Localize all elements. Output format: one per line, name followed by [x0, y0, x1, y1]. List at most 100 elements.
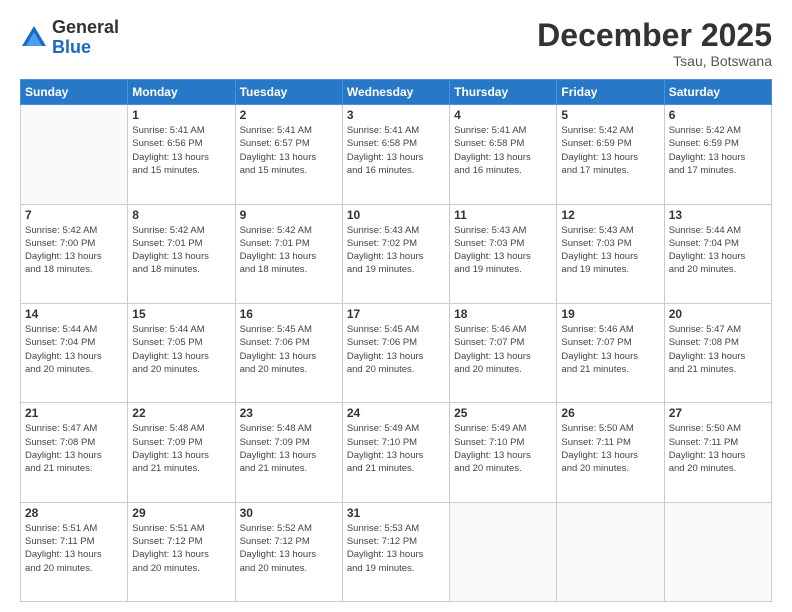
- day-info: Sunrise: 5:51 AM Sunset: 7:11 PM Dayligh…: [25, 522, 123, 575]
- day-number: 30: [240, 506, 338, 520]
- calendar-cell: 1 Sunrise: 5:41 AM Sunset: 6:56 PM Daylig…: [128, 105, 235, 204]
- day-number: 3: [347, 108, 445, 122]
- day-info: Sunrise: 5:44 AM Sunset: 7:04 PM Dayligh…: [25, 323, 123, 376]
- day-info: Sunrise: 5:53 AM Sunset: 7:12 PM Dayligh…: [347, 522, 445, 575]
- calendar-cell: 27 Sunrise: 5:50 AM Sunset: 7:11 PM Dayli…: [664, 403, 771, 502]
- day-number: 16: [240, 307, 338, 321]
- day-info: Sunrise: 5:44 AM Sunset: 7:04 PM Dayligh…: [669, 224, 767, 277]
- calendar-cell: 3 Sunrise: 5:41 AM Sunset: 6:58 PM Daylig…: [342, 105, 449, 204]
- weekday-header-wednesday: Wednesday: [342, 80, 449, 105]
- weekday-header-row: SundayMondayTuesdayWednesdayThursdayFrid…: [21, 80, 772, 105]
- day-number: 21: [25, 406, 123, 420]
- weekday-header-sunday: Sunday: [21, 80, 128, 105]
- day-number: 1: [132, 108, 230, 122]
- day-number: 23: [240, 406, 338, 420]
- calendar-cell: 15Sunrise: 5:44 AM Sunset: 7:05 PM Dayli…: [128, 303, 235, 402]
- week-row-1: 1 Sunrise: 5:41 AM Sunset: 6:56 PM Daylig…: [21, 105, 772, 204]
- calendar-cell: 25Sunrise: 5:49 AM Sunset: 7:10 PM Dayli…: [450, 403, 557, 502]
- calendar-cell: 23 Sunrise: 5:48 AM Sunset: 7:09 PM Dayli…: [235, 403, 342, 502]
- calendar-cell: 5 Sunrise: 5:42 AM Sunset: 6:59 PM Daylig…: [557, 105, 664, 204]
- logo-text: General Blue: [52, 18, 119, 58]
- calendar-cell: 19Sunrise: 5:46 AM Sunset: 7:07 PM Dayli…: [557, 303, 664, 402]
- day-number: 25: [454, 406, 552, 420]
- week-row-5: 28 Sunrise: 5:51 AM Sunset: 7:11 PM Dayli…: [21, 502, 772, 601]
- calendar-cell: 22 Sunrise: 5:48 AM Sunset: 7:09 PM Dayli…: [128, 403, 235, 502]
- day-number: 19: [561, 307, 659, 321]
- calendar-cell: 26Sunrise: 5:50 AM Sunset: 7:11 PM Dayli…: [557, 403, 664, 502]
- calendar-cell: 18Sunrise: 5:46 AM Sunset: 7:07 PM Dayli…: [450, 303, 557, 402]
- day-number: 8: [132, 208, 230, 222]
- calendar-cell: 30Sunrise: 5:52 AM Sunset: 7:12 PM Dayli…: [235, 502, 342, 601]
- day-info: Sunrise: 5:43 AM Sunset: 7:03 PM Dayligh…: [561, 224, 659, 277]
- day-number: 28: [25, 506, 123, 520]
- calendar-cell: 11 Sunrise: 5:43 AM Sunset: 7:03 PM Dayli…: [450, 204, 557, 303]
- day-info: Sunrise: 5:41 AM Sunset: 6:57 PM Dayligh…: [240, 124, 338, 177]
- day-number: 6: [669, 108, 767, 122]
- day-info: Sunrise: 5:41 AM Sunset: 6:58 PM Dayligh…: [347, 124, 445, 177]
- calendar-cell: 31 Sunrise: 5:53 AM Sunset: 7:12 PM Dayli…: [342, 502, 449, 601]
- day-info: Sunrise: 5:51 AM Sunset: 7:12 PM Dayligh…: [132, 522, 230, 575]
- day-number: 10: [347, 208, 445, 222]
- day-number: 5: [561, 108, 659, 122]
- weekday-header-saturday: Saturday: [664, 80, 771, 105]
- day-number: 4: [454, 108, 552, 122]
- day-info: Sunrise: 5:49 AM Sunset: 7:10 PM Dayligh…: [347, 422, 445, 475]
- location: Tsau, Botswana: [537, 53, 772, 69]
- day-number: 14: [25, 307, 123, 321]
- calendar-cell: 9 Sunrise: 5:42 AM Sunset: 7:01 PM Daylig…: [235, 204, 342, 303]
- day-number: 12: [561, 208, 659, 222]
- day-number: 9: [240, 208, 338, 222]
- day-info: Sunrise: 5:42 AM Sunset: 7:00 PM Dayligh…: [25, 224, 123, 277]
- calendar-cell: [557, 502, 664, 601]
- calendar-cell: 17Sunrise: 5:45 AM Sunset: 7:06 PM Dayli…: [342, 303, 449, 402]
- day-info: Sunrise: 5:44 AM Sunset: 7:05 PM Dayligh…: [132, 323, 230, 376]
- calendar-cell: 4Sunrise: 5:41 AM Sunset: 6:58 PM Daylig…: [450, 105, 557, 204]
- day-info: Sunrise: 5:48 AM Sunset: 7:09 PM Dayligh…: [240, 422, 338, 475]
- calendar-cell: 13 Sunrise: 5:44 AM Sunset: 7:04 PM Dayli…: [664, 204, 771, 303]
- calendar-cell: 16 Sunrise: 5:45 AM Sunset: 7:06 PM Dayli…: [235, 303, 342, 402]
- calendar-cell: 28 Sunrise: 5:51 AM Sunset: 7:11 PM Dayli…: [21, 502, 128, 601]
- logo-general: General: [52, 17, 119, 37]
- day-number: 22: [132, 406, 230, 420]
- day-info: Sunrise: 5:41 AM Sunset: 6:56 PM Dayligh…: [132, 124, 230, 177]
- calendar-cell: 12 Sunrise: 5:43 AM Sunset: 7:03 PM Dayli…: [557, 204, 664, 303]
- day-info: Sunrise: 5:50 AM Sunset: 7:11 PM Dayligh…: [669, 422, 767, 475]
- logo-icon: [20, 24, 48, 52]
- logo: General Blue: [20, 18, 119, 58]
- calendar-table: SundayMondayTuesdayWednesdayThursdayFrid…: [20, 79, 772, 602]
- weekday-header-thursday: Thursday: [450, 80, 557, 105]
- title-block: December 2025 Tsau, Botswana: [537, 18, 772, 69]
- day-info: Sunrise: 5:50 AM Sunset: 7:11 PM Dayligh…: [561, 422, 659, 475]
- calendar-cell: 20 Sunrise: 5:47 AM Sunset: 7:08 PM Dayli…: [664, 303, 771, 402]
- day-number: 31: [347, 506, 445, 520]
- calendar-cell: 10Sunrise: 5:43 AM Sunset: 7:02 PM Dayli…: [342, 204, 449, 303]
- weekday-header-friday: Friday: [557, 80, 664, 105]
- day-number: 2: [240, 108, 338, 122]
- week-row-4: 21Sunrise: 5:47 AM Sunset: 7:08 PM Dayli…: [21, 403, 772, 502]
- calendar-cell: 7 Sunrise: 5:42 AM Sunset: 7:00 PM Daylig…: [21, 204, 128, 303]
- day-number: 17: [347, 307, 445, 321]
- day-info: Sunrise: 5:43 AM Sunset: 7:03 PM Dayligh…: [454, 224, 552, 277]
- day-info: Sunrise: 5:42 AM Sunset: 6:59 PM Dayligh…: [561, 124, 659, 177]
- day-number: 18: [454, 307, 552, 321]
- day-number: 20: [669, 307, 767, 321]
- calendar-cell: [664, 502, 771, 601]
- calendar-cell: 2 Sunrise: 5:41 AM Sunset: 6:57 PM Daylig…: [235, 105, 342, 204]
- day-info: Sunrise: 5:42 AM Sunset: 6:59 PM Dayligh…: [669, 124, 767, 177]
- calendar-cell: 21Sunrise: 5:47 AM Sunset: 7:08 PM Dayli…: [21, 403, 128, 502]
- day-number: 7: [25, 208, 123, 222]
- week-row-2: 7 Sunrise: 5:42 AM Sunset: 7:00 PM Daylig…: [21, 204, 772, 303]
- day-info: Sunrise: 5:45 AM Sunset: 7:06 PM Dayligh…: [240, 323, 338, 376]
- day-info: Sunrise: 5:48 AM Sunset: 7:09 PM Dayligh…: [132, 422, 230, 475]
- calendar-cell: 14 Sunrise: 5:44 AM Sunset: 7:04 PM Dayli…: [21, 303, 128, 402]
- week-row-3: 14 Sunrise: 5:44 AM Sunset: 7:04 PM Dayli…: [21, 303, 772, 402]
- calendar-cell: 6 Sunrise: 5:42 AM Sunset: 6:59 PM Daylig…: [664, 105, 771, 204]
- day-number: 11: [454, 208, 552, 222]
- day-info: Sunrise: 5:47 AM Sunset: 7:08 PM Dayligh…: [669, 323, 767, 376]
- month-title: December 2025: [537, 18, 772, 53]
- day-number: 13: [669, 208, 767, 222]
- logo-blue: Blue: [52, 37, 91, 57]
- day-info: Sunrise: 5:42 AM Sunset: 7:01 PM Dayligh…: [240, 224, 338, 277]
- day-number: 27: [669, 406, 767, 420]
- day-number: 29: [132, 506, 230, 520]
